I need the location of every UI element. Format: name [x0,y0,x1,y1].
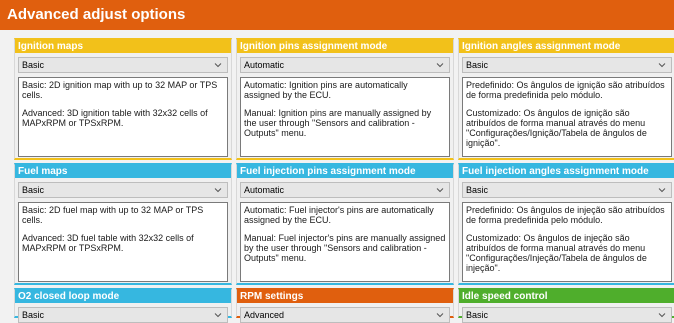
panel-header: Fuel maps [15,165,231,178]
ignition-pins-assignment-description: Automatic: Ignition pins are automatical… [240,77,450,157]
panel-ignition-maps: Ignition maps Basic Basic: 2D ignition m… [14,38,232,160]
o2-closed-loop-mode-select[interactable]: Basic [18,307,228,323]
select-value: Basic [22,185,45,195]
chevron-down-icon [436,188,444,193]
panel-header: Ignition maps [15,40,231,53]
description-line: Advanced: 3D fuel table with 32x32 cells… [22,233,194,253]
ignition-pins-assignment-select[interactable]: Automatic [240,57,450,73]
description-line: Customizado: Os ângulos de ignição são a… [466,108,647,148]
fuel-maps-select[interactable]: Basic [18,182,228,198]
chevron-down-icon [436,313,444,318]
select-value: Basic [22,60,45,70]
fuel-injection-angles-assignment-select[interactable]: Basic [462,182,672,198]
panel-header: Ignition angles assignment mode [459,40,674,53]
panel-header: Ignition pins assignment mode [237,40,453,53]
fuel-injection-pins-assignment-select[interactable]: Automatic [240,182,450,198]
ignition-maps-select[interactable]: Basic [18,57,228,73]
chevron-down-icon [658,63,666,68]
panel-header: Fuel injection pins assignment mode [237,165,453,178]
description-line: Predefinido: Os ângulos de injeção são a… [466,205,665,225]
description-line: Manual: Ignition pins are manually assig… [244,108,432,138]
panel-fuel-injection-angles-assignment: Fuel injection angles assignment mode Ba… [458,163,674,285]
chevron-down-icon [214,63,222,68]
chevron-down-icon [436,63,444,68]
select-value: Automatic [244,185,285,195]
description-line: Advanced: 3D ignition table with 32x32 c… [22,108,208,128]
description-line: Basic: 2D ignition map with up to 32 MAP… [22,80,218,100]
select-value: Basic [466,310,489,320]
panel-fuel-maps: Fuel maps Basic Basic: 2D fuel map with … [14,163,232,285]
select-value: Basic [22,310,45,320]
fuel-maps-description: Basic: 2D fuel map with up to 32 MAP or … [18,202,228,282]
chevron-down-icon [214,313,222,318]
fuel-injection-angles-assignment-description: Predefinido: Os ângulos de injeção são a… [462,202,672,282]
select-value: Automatic [244,60,285,70]
description-line: Manual: Fuel injector's pins are manuall… [244,233,446,263]
description-line: Basic: 2D fuel map with up to 32 MAP or … [22,205,204,225]
ignition-angles-assignment-select[interactable]: Basic [462,57,672,73]
panel-header: Fuel injection angles assignment mode [459,165,674,178]
select-value: Basic [466,60,489,70]
panel-header: RPM settings [237,290,453,303]
select-value: Advanced [244,310,285,320]
ignition-angles-assignment-description: Predefinido: Os ângulos de ignição são a… [462,77,672,157]
select-value: Basic [466,185,489,195]
panel-header: Idle speed control [459,290,674,303]
chevron-down-icon [658,188,666,193]
chevron-down-icon [214,188,222,193]
page-title: Advanced adjust options [0,0,674,30]
ignition-maps-description: Basic: 2D ignition map with up to 32 MAP… [18,77,228,157]
idle-speed-control-select[interactable]: Basic [462,307,672,323]
panel-ignition-pins-assignment: Ignition pins assignment mode Automatic … [236,38,454,160]
panel-header: O2 closed loop mode [15,290,231,303]
fuel-injection-pins-assignment-description: Automatic: Fuel injector's pins are auto… [240,202,450,282]
description-line: Automatic: Ignition pins are automatical… [244,80,408,100]
description-line: Customizado: Os ângulos de injeção são a… [466,233,647,273]
description-line: Predefinido: Os ângulos de ignição são a… [466,80,665,100]
panel-fuel-injection-pins-assignment: Fuel injection pins assignment mode Auto… [236,163,454,285]
panel-ignition-angles-assignment: Ignition angles assignment mode Basic Pr… [458,38,674,160]
description-line: Automatic: Fuel injector's pins are auto… [244,205,434,225]
rpm-settings-select[interactable]: Advanced [240,307,450,323]
chevron-down-icon [658,313,666,318]
